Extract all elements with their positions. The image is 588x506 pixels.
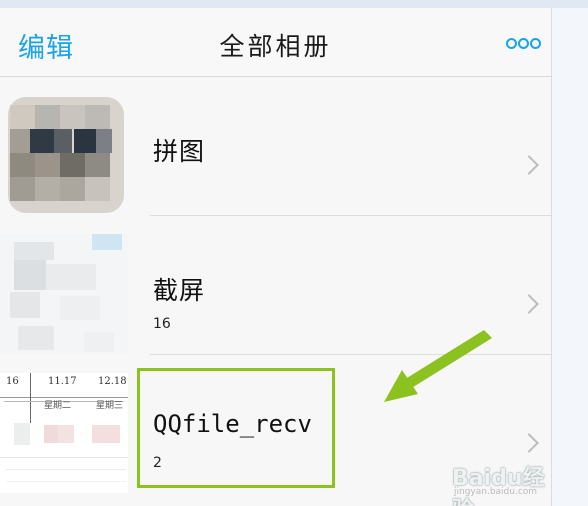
highlight-box — [137, 368, 335, 488]
thumb-text: 16 — [6, 376, 19, 387]
thumb-text: 星期三 — [96, 401, 124, 411]
phone-screen: 编辑 全部相册 拼图 截屏 16 16 11.17 12.18 星期二 星期三 … — [0, 8, 551, 506]
watermark-logo: Baidu经验 — [452, 466, 545, 506]
album-thumbnail: 16 11.17 12.18 星期二 星期三 — [0, 373, 128, 493]
album-thumbnail — [0, 234, 128, 354]
album-name: 拼图 — [153, 137, 206, 166]
more-dots-icon[interactable] — [506, 36, 542, 50]
chevron-right-icon — [519, 433, 539, 453]
album-count: 16 — [153, 316, 171, 332]
thumb-text: 12.18 — [98, 376, 127, 387]
annotation-arrow-icon — [384, 330, 492, 402]
page-title: 全部相册 — [219, 32, 332, 61]
watermark-url: jingyan.baidu.com — [454, 487, 538, 497]
chevron-right-icon — [519, 294, 539, 314]
album-name: 截屏 — [153, 276, 206, 305]
album-thumbnail — [0, 95, 128, 215]
thumb-text: 11.17 — [48, 376, 77, 387]
side-pane — [551, 8, 588, 506]
thumb-text: 星期二 — [44, 401, 72, 411]
album-row-puzzle[interactable]: 拼图 — [0, 77, 551, 215]
chevron-right-icon — [519, 155, 539, 175]
navigation-bar: 编辑 全部相册 — [0, 8, 551, 77]
